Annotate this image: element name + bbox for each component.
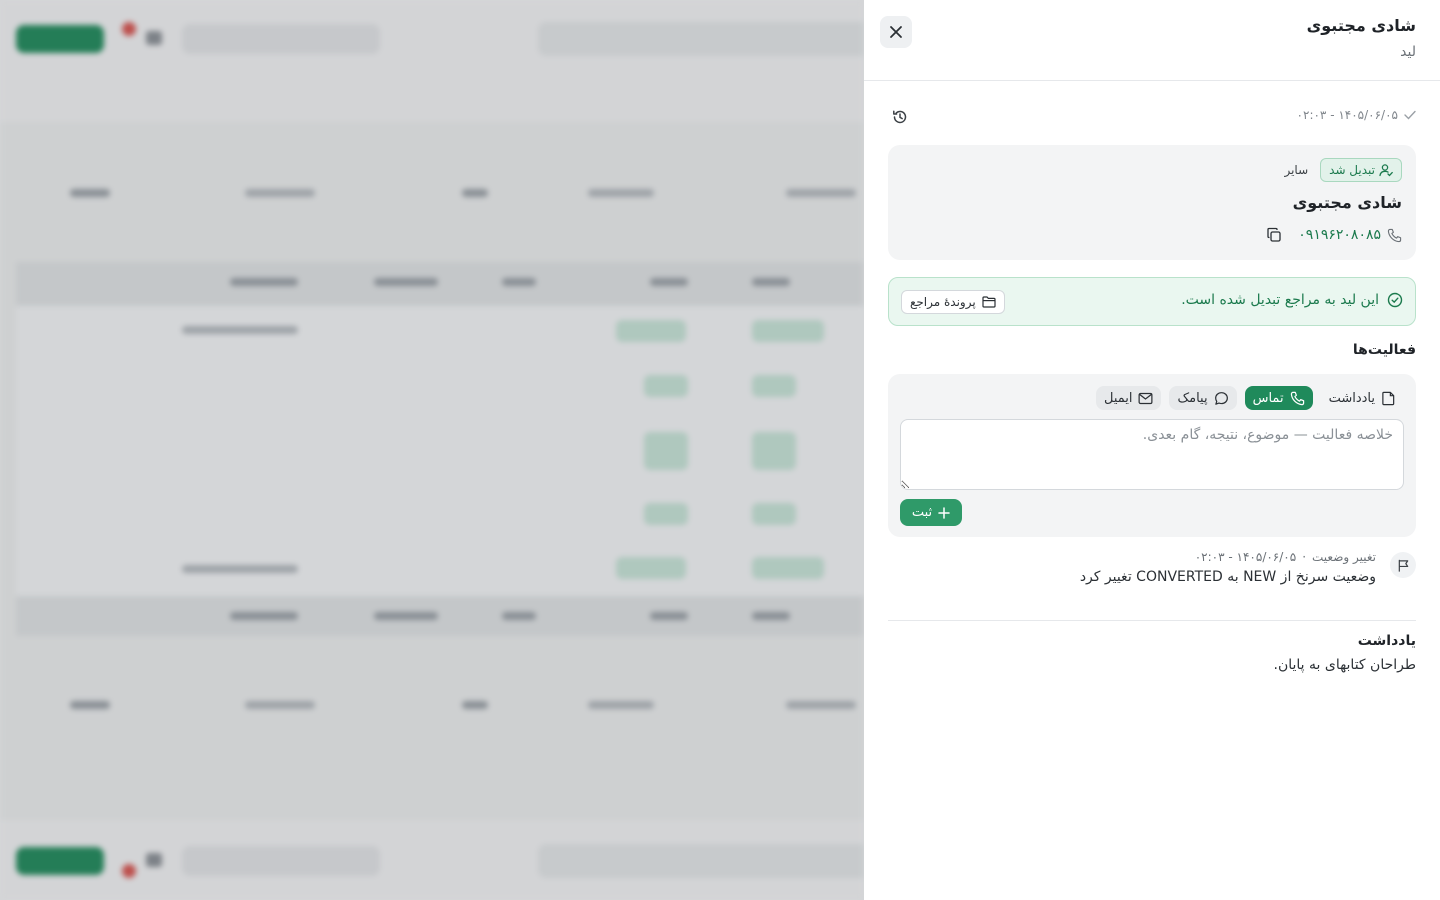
- tab-email[interactable]: ایمیل: [1095, 386, 1162, 410]
- panel-title: شادی مجتبوی: [1306, 16, 1416, 35]
- folder-icon: [982, 296, 996, 308]
- timeline-time: ۱۴۰۵/۰۶/۰۵ - ۰۲:۰۳: [1194, 550, 1297, 564]
- source-badge: سایر: [1284, 163, 1309, 177]
- converted-alert: این لید به مراجع تبدیل شده است. پروندهٔ …: [888, 277, 1416, 326]
- timeline-item: تغییر وضعیت · ۱۴۰۵/۰۶/۰۵ - ۰۲:۰۳ وضعیت س…: [888, 548, 1416, 592]
- modal-backdrop[interactable]: [0, 0, 864, 900]
- activity-composer: یادداشت تماس پیامک ایمیل خلاصه فعالیت — …: [888, 374, 1416, 537]
- tab-note-label: یادداشت: [1328, 390, 1375, 406]
- phone-number[interactable]: ۰۹۱۹۶۲۰۸۰۸۵: [1298, 227, 1381, 243]
- history-icon: [893, 110, 907, 124]
- close-icon: [890, 26, 902, 38]
- tab-call[interactable]: تماس: [1244, 386, 1313, 410]
- lead-detail-panel: شادی مجتبوی لید ۱۴۰۵/۰۶/۰۵ - ۰۲:۰۳ تبدیل…: [864, 0, 1440, 900]
- section-divider: [888, 620, 1416, 621]
- note-text: طراحان کتابهای به پایان.: [1273, 657, 1417, 673]
- client-file-button[interactable]: پروندهٔ مراجع: [901, 290, 1005, 314]
- background-app: [0, 0, 864, 900]
- activity-type-tabs: یادداشت تماس پیامک ایمیل: [1095, 386, 1404, 410]
- lead-name: شادی مجتبوی: [1292, 193, 1402, 212]
- timeline-separator: ·: [1302, 550, 1307, 564]
- alert-message: این لید به مراجع تبدیل شده است.: [1181, 292, 1379, 308]
- tab-sms-label: پیامک: [1177, 390, 1208, 406]
- activities-title: فعالیت‌ها: [1352, 342, 1416, 358]
- phone-row: ۰۹۱۹۶۲۰۸۰۸۵: [1264, 225, 1402, 245]
- note-title: یادداشت: [1357, 633, 1416, 649]
- user-check-icon: [1379, 164, 1393, 177]
- flag-icon: [1398, 559, 1408, 572]
- status-badge-label: تبدیل شد: [1329, 163, 1375, 177]
- tab-email-label: ایمیل: [1103, 390, 1133, 406]
- close-button[interactable]: [880, 16, 912, 48]
- timeline-description: وضعیت سرنخ از NEW به CONVERTED تغییر کرد: [1079, 569, 1376, 585]
- tab-call-label: تماس: [1252, 390, 1284, 406]
- status-badge: تبدیل شد: [1320, 158, 1402, 182]
- updated-timestamp: ۱۴۰۵/۰۶/۰۵ - ۰۲:۰۳: [1296, 108, 1398, 122]
- activity-summary-input[interactable]: [900, 419, 1404, 490]
- mail-icon: [1139, 392, 1153, 404]
- copy-icon: [1267, 227, 1281, 242]
- submit-activity-button[interactable]: ثبت: [900, 499, 962, 526]
- tab-sms[interactable]: پیامک: [1169, 386, 1237, 410]
- phone-icon: [1387, 228, 1402, 242]
- copy-phone-button[interactable]: [1264, 225, 1284, 245]
- panel-subtitle: لید: [1400, 44, 1416, 60]
- phone-icon: [1290, 391, 1304, 405]
- lead-summary-card: تبدیل شد سایر شادی مجتبوی ۰۹۱۹۶۲۰۸۰۸۵: [888, 145, 1416, 260]
- timeline-icon-badge: [1390, 552, 1416, 578]
- check-circle-icon: [1387, 292, 1403, 308]
- plus-icon: [938, 506, 950, 519]
- alert-message-row: این لید به مراجع تبدیل شده است.: [1181, 292, 1403, 308]
- note-icon: [1382, 391, 1395, 405]
- tab-note[interactable]: یادداشت: [1321, 386, 1404, 410]
- chat-bubble-icon: [1214, 391, 1228, 405]
- timeline-meta: تغییر وضعیت · ۱۴۰۵/۰۶/۰۵ - ۰۲:۰۳: [1195, 550, 1376, 564]
- timeline-type: تغییر وضعیت: [1312, 550, 1376, 564]
- lead-badges: تبدیل شد سایر: [1278, 158, 1402, 182]
- client-file-label: پروندهٔ مراجع: [910, 295, 976, 309]
- submit-activity-label: ثبت: [911, 505, 933, 520]
- check-icon: [1404, 110, 1416, 120]
- history-button[interactable]: [888, 106, 912, 128]
- updated-timestamp-row: ۱۴۰۵/۰۶/۰۵ - ۰۲:۰۳: [1297, 108, 1416, 122]
- panel-header: شادی مجتبوی لید: [864, 0, 1440, 81]
